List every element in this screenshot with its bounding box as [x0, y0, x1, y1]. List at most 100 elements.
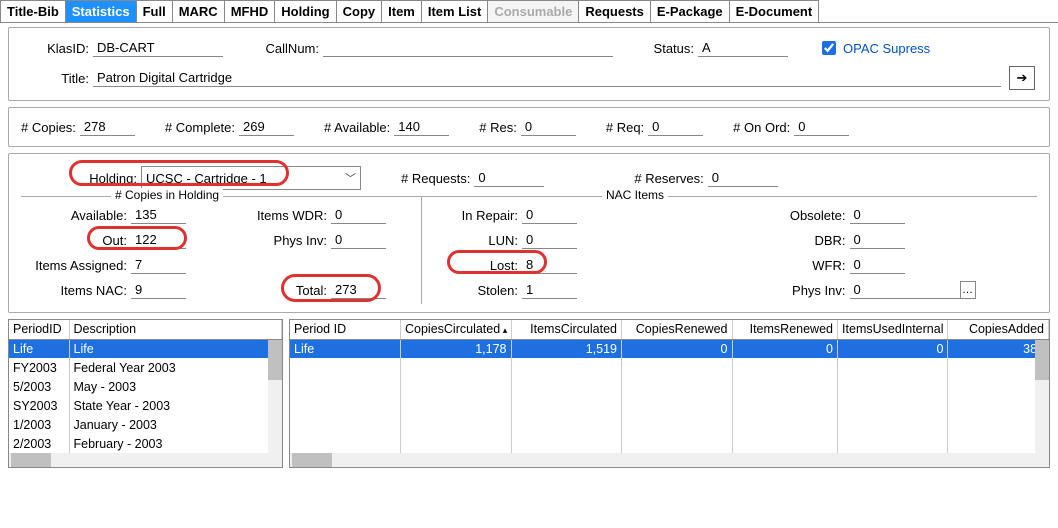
h-total-label: Total: — [221, 283, 331, 298]
stats-hscrollbar[interactable] — [290, 453, 1049, 467]
tab-copy[interactable]: Copy — [336, 0, 383, 22]
holding-panel: Holding: UCSC - Cartridge - 1 ﹀ # Reques… — [8, 153, 1050, 313]
h-stolen-label: Stolen: — [442, 283, 522, 298]
h-stolen-value: 1 — [522, 281, 577, 299]
table-row[interactable]: LifeLife — [9, 339, 282, 358]
tab-item-list[interactable]: Item List — [421, 0, 488, 22]
periods-col-description[interactable]: Description — [69, 320, 282, 339]
table-row[interactable]: 5/2003May - 2003 — [9, 377, 282, 396]
title-label: Title: — [23, 71, 93, 86]
table-row[interactable]: SY2003State Year - 2003 — [9, 396, 282, 415]
table-row — [290, 396, 1049, 415]
holding-dropdown[interactable]: UCSC - Cartridge - 1 ﹀ — [141, 166, 361, 190]
requests-value: 0 — [474, 169, 544, 187]
table-row[interactable]: Life1,1781,519000385 — [290, 339, 1049, 358]
table-row[interactable]: 2/2003February - 2003 — [9, 434, 282, 453]
res-value: 0 — [521, 118, 576, 136]
h-obsolete-label: Obsolete: — [740, 208, 850, 223]
stats-table[interactable]: Period ID CopiesCirculated ItemsCirculat… — [289, 319, 1050, 468]
copies-value: 278 — [80, 118, 135, 136]
table-row — [290, 434, 1049, 453]
physinv-more-button[interactable]: … — [960, 281, 976, 299]
tab-e-package[interactable]: E-Package — [650, 0, 730, 22]
tab-requests[interactable]: Requests — [578, 0, 651, 22]
summary-panel: # Copies: 278 # Complete: 269 # Availabl… — [8, 107, 1050, 147]
header-panel: KlasID: DB-CART CallNum: Status: A OPAC … — [8, 27, 1050, 101]
stats-col-items-circulated[interactable]: ItemsCirculated — [511, 320, 622, 339]
klasid-field[interactable]: DB-CART — [93, 39, 223, 57]
h-lost-value: 8 — [522, 256, 577, 274]
stats-col-copies-renewed[interactable]: CopiesRenewed — [622, 320, 733, 339]
table-row — [290, 358, 1049, 377]
res-label: # Res: — [479, 120, 521, 135]
table-row[interactable]: 1/2003January - 2003 — [9, 415, 282, 434]
onord-label: # On Ord: — [733, 120, 794, 135]
h-wfr-label: WFR: — [740, 258, 850, 273]
req-value: 0 — [648, 118, 703, 136]
stats-col-items-used-internal[interactable]: ItemsUsedInternal — [837, 320, 948, 339]
stats-col-periodid[interactable]: Period ID — [290, 320, 401, 339]
stats-col-items-renewed[interactable]: ItemsRenewed — [732, 320, 837, 339]
copies-label: # Copies: — [21, 120, 80, 135]
reserves-value: 0 — [708, 169, 778, 187]
periods-col-periodid[interactable]: PeriodID — [9, 320, 69, 339]
stats-col-copies-added[interactable]: CopiesAdded — [948, 320, 1049, 339]
h-lost-label: Lost: — [442, 258, 522, 273]
tab-full[interactable]: Full — [136, 0, 173, 22]
table-row — [290, 377, 1049, 396]
tab-holding[interactable]: Holding — [274, 0, 336, 22]
h-available-value: 135 — [131, 206, 186, 224]
tab-statistics[interactable]: Statistics — [65, 0, 137, 22]
tab-consumable: Consumable — [487, 0, 579, 22]
h-nac-label: Items NAC: — [21, 283, 131, 298]
chevron-down-icon: ﹀ — [345, 170, 356, 186]
h-lun-label: LUN: — [442, 233, 522, 248]
h-total-value: 273 — [331, 281, 386, 299]
periods-scrollbar[interactable] — [268, 340, 282, 453]
tab-e-document[interactable]: E-Document — [729, 0, 820, 22]
tables-area: PeriodID Description LifeLifeFY2003Feder… — [8, 319, 1050, 468]
table-row[interactable]: FY2003Federal Year 2003 — [9, 358, 282, 377]
klasid-label: KlasID: — [23, 41, 93, 56]
h-nac-value: 9 — [131, 281, 186, 299]
h-lun-value: 0 — [522, 231, 577, 249]
h-wdr-label: Items WDR: — [221, 208, 331, 223]
arrow-right-icon: ➔ — [1017, 70, 1028, 86]
complete-label: # Complete: — [165, 120, 239, 135]
callnum-label: CallNum: — [253, 41, 323, 56]
go-button[interactable]: ➔ — [1009, 66, 1035, 90]
tab-item[interactable]: Item — [381, 0, 422, 22]
h-assigned-value: 7 — [131, 256, 186, 274]
periods-table[interactable]: PeriodID Description LifeLifeFY2003Feder… — [8, 319, 283, 468]
table-row — [290, 415, 1049, 434]
status-label: Status: — [643, 41, 698, 56]
req-label: # Req: — [606, 120, 648, 135]
holding-label: Holding: — [81, 171, 141, 186]
tab-marc[interactable]: MARC — [172, 0, 225, 22]
opac-supress-checkbox[interactable] — [822, 41, 836, 55]
h-out-label: Out: — [21, 233, 131, 248]
h-wdr-value: 0 — [331, 206, 386, 224]
onord-value: 0 — [794, 118, 849, 136]
h-available-label: Available: — [21, 208, 131, 223]
h-obsolete-value: 0 — [850, 206, 905, 224]
stats-scrollbar[interactable] — [1035, 340, 1049, 453]
nac-items-title: NAC Items — [602, 188, 668, 202]
title-field[interactable]: Patron Digital Cartridge — [93, 69, 1001, 87]
callnum-field[interactable] — [323, 39, 613, 57]
stats-col-copies-circulated[interactable]: CopiesCirculated — [401, 320, 512, 339]
status-field[interactable]: A — [698, 39, 788, 57]
requests-label: # Requests: — [401, 171, 474, 186]
h-repair-value: 0 — [522, 206, 577, 224]
h-physinv2-label: Phys Inv: — [740, 283, 850, 298]
h-physinv-value: 0 — [331, 231, 386, 249]
h-wfr-value: 0 — [850, 256, 905, 274]
h-repair-label: In Repair: — [442, 208, 522, 223]
opac-supress-label: OPAC Supress — [843, 41, 930, 56]
tab-mfhd[interactable]: MFHD — [224, 0, 276, 22]
periods-hscrollbar[interactable] — [9, 453, 282, 467]
h-physinv2-value: 0 — [850, 281, 960, 299]
h-assigned-label: Items Assigned: — [21, 258, 131, 273]
copies-in-holding-title: # Copies in Holding — [111, 188, 223, 202]
tab-title-bib[interactable]: Title-Bib — [0, 0, 66, 22]
